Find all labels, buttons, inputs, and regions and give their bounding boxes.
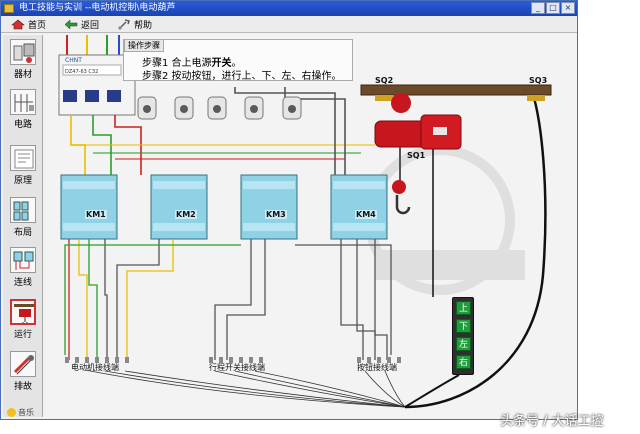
window-controls: _ □ × bbox=[531, 2, 575, 14]
limit-switch-sq1-label: SQ1 bbox=[407, 151, 426, 160]
sidebar-item-run[interactable]: 运行 bbox=[5, 297, 41, 341]
terminal-wires bbox=[64, 239, 392, 360]
fuse bbox=[174, 96, 194, 120]
km1-label: KM1 bbox=[85, 210, 107, 219]
home-icon bbox=[11, 19, 25, 29]
contactor-km2[interactable] bbox=[150, 174, 208, 240]
fuse-row bbox=[137, 96, 302, 120]
left-button[interactable]: 左 bbox=[456, 337, 471, 351]
km3-label: KM3 bbox=[265, 210, 287, 219]
help-icon bbox=[118, 18, 130, 30]
breaker-model: DZ47-63 C32 bbox=[65, 69, 98, 75]
home-label: 首页 bbox=[28, 20, 47, 31]
steps-tab: 操作步骤 bbox=[124, 39, 164, 52]
music-toggle[interactable]: 音乐 bbox=[7, 407, 34, 418]
up-button[interactable]: 上 bbox=[456, 301, 471, 315]
button-terminal-label: 按钮接线端 bbox=[357, 363, 397, 372]
fuse bbox=[282, 96, 302, 120]
music-icon bbox=[7, 408, 16, 417]
minimize-button[interactable]: _ bbox=[531, 2, 545, 14]
sidebar-item-label: 器材 bbox=[13, 70, 32, 80]
fuse bbox=[244, 96, 264, 120]
sidebar-item-label: 排故 bbox=[13, 382, 32, 392]
pendant-cable-lower bbox=[404, 374, 460, 408]
back-button[interactable]: 返回 bbox=[60, 16, 103, 33]
step-2: 步骤2 按动按钮，进行上、下、左、右操作。 bbox=[142, 71, 342, 82]
km2-label: KM2 bbox=[175, 210, 197, 219]
back-label: 返回 bbox=[81, 20, 100, 31]
simulation-canvas: CHNT DZ47-63 C32 操作步骤 步骤1 合上电源开关。 步骤2 按动… bbox=[45, 35, 575, 417]
close-button[interactable]: × bbox=[561, 2, 575, 14]
down-button[interactable]: 下 bbox=[456, 319, 471, 333]
cable-bundle bbox=[84, 369, 406, 408]
troubleshoot-icon bbox=[10, 351, 36, 377]
layout-icon bbox=[10, 197, 36, 223]
watermark: 头条号 / 大话工控 bbox=[500, 414, 604, 429]
circuit-icon bbox=[10, 89, 36, 115]
run-icon bbox=[10, 299, 36, 325]
breaker-brand: CHNT bbox=[65, 57, 82, 64]
background-emblem bbox=[365, 145, 525, 295]
contactor-km1[interactable] bbox=[60, 174, 118, 240]
maximize-button[interactable]: □ bbox=[546, 2, 560, 14]
help-label: 帮助 bbox=[134, 20, 153, 31]
right-button[interactable]: 右 bbox=[456, 355, 471, 369]
toolbar: 首页 返回 帮助 bbox=[1, 16, 577, 33]
music-label: 音乐 bbox=[18, 408, 34, 417]
sidebar-item-circuit[interactable]: 电路 bbox=[5, 87, 41, 131]
app-icon bbox=[4, 4, 14, 13]
wiring-diagram: CHNT DZ47-63 C32 bbox=[58, 35, 552, 409]
sidebar-item-label: 运行 bbox=[13, 330, 32, 340]
sidebar-item-principle[interactable]: 原理 bbox=[5, 143, 41, 187]
contactor-km3[interactable] bbox=[240, 174, 298, 240]
limit-switch-sq3-label: SQ3 bbox=[529, 76, 548, 85]
steps-panel: 操作步骤 步骤1 合上电源开关。 步骤2 按动按钮，进行上、下、左、右操作。 bbox=[123, 39, 353, 82]
back-icon bbox=[64, 18, 78, 30]
km4-label: KM4 bbox=[355, 210, 377, 219]
sidebar-item-label: 布局 bbox=[13, 228, 32, 238]
help-button[interactable]: 帮助 bbox=[113, 16, 156, 33]
power-input-wires bbox=[66, 35, 120, 55]
hoist-beam bbox=[360, 84, 552, 101]
sidebar-item-label: 原理 bbox=[13, 176, 32, 186]
window-title: 电工技能与实训 --电动机控制\电动葫芦 bbox=[19, 3, 176, 13]
app-window: 电工技能与实训 --电动机控制\电动葫芦 _ □ × 首页 返回 帮助 器材 电… bbox=[0, 0, 578, 420]
title-bar: 电工技能与实训 --电动机控制\电动葫芦 _ □ × bbox=[1, 1, 577, 16]
sidebar-item-troubleshoot[interactable]: 排故 bbox=[5, 349, 41, 393]
principle-icon bbox=[10, 145, 36, 171]
sidebar-item-equipment[interactable]: 器材 bbox=[5, 37, 41, 81]
limit-switch-sq2-label: SQ2 bbox=[375, 76, 394, 85]
sidebar-item-label: 电路 bbox=[13, 120, 32, 130]
sidebar-item-wiring[interactable]: 连线 bbox=[5, 245, 41, 289]
fuse bbox=[207, 96, 227, 120]
home-button[interactable]: 首页 bbox=[7, 16, 50, 33]
sidebar: 器材 电路 原理 布局 连线 运行 排故 音乐 bbox=[3, 35, 43, 417]
fuse bbox=[137, 96, 157, 120]
sidebar-item-layout[interactable]: 布局 bbox=[5, 195, 41, 239]
contactor-km4[interactable] bbox=[330, 174, 388, 240]
wiring-icon bbox=[10, 247, 36, 273]
equipment-icon bbox=[10, 39, 36, 65]
pendant-controller: 上 下 左 右 bbox=[452, 297, 474, 375]
motor-terminal-label: 电动机接线端 bbox=[71, 363, 119, 372]
sidebar-item-label: 连线 bbox=[13, 278, 32, 288]
limit-terminal-label: 行程开关接线端 bbox=[209, 363, 265, 372]
